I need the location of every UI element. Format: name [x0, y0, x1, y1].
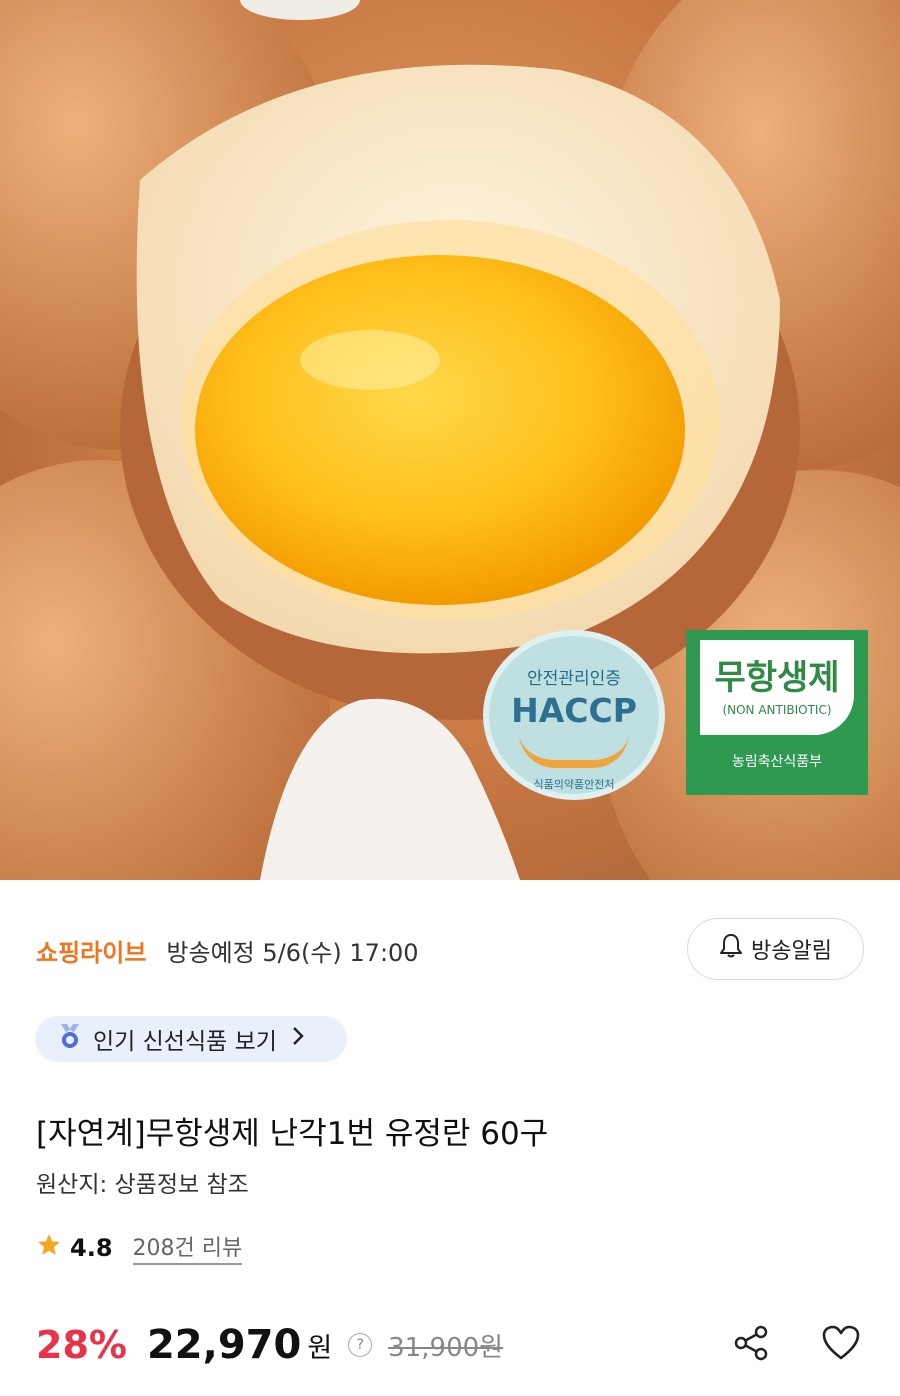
price-row: 28% 22,970 원 ? 31,900원 — [36, 1315, 503, 1375]
haccp-badge: 안전관리인증 HACCP 식품의약품안전처 — [483, 630, 665, 800]
share-button[interactable] — [728, 1322, 774, 1368]
currency-unit: 원 — [307, 1332, 333, 1364]
wishlist-button[interactable] — [818, 1322, 864, 1368]
haccp-badge-main: HACCP — [511, 691, 637, 730]
original-price: 31,900원 — [388, 1332, 504, 1363]
antibiotic-badge: 무항생제 (NON ANTIBIOTIC) 농림축산식품부 — [686, 630, 868, 795]
medal-icon — [57, 1022, 83, 1056]
antibiotic-badge-bottom: 농림축산식품부 — [731, 754, 823, 770]
broadcast-schedule: 방송예정 5/6(수) 17:00 — [166, 938, 419, 967]
product-title: [자연계]무항생제 난각1번 유정란 60구 — [36, 1116, 549, 1152]
review-count-link[interactable]: 208건 리뷰 — [132, 1230, 243, 1265]
price-help-icon[interactable]: ? — [348, 1333, 373, 1357]
share-icon — [731, 1323, 771, 1367]
rating-score: 4.8 — [70, 1233, 113, 1262]
chevron-right-icon — [291, 1025, 305, 1053]
haccp-smile-icon — [519, 732, 629, 768]
discount-rate: 28% — [36, 1323, 127, 1367]
broadcast-alarm-button[interactable]: 방송알림 — [687, 918, 864, 980]
popular-fresh-food-label: 인기 신선식품 보기 — [93, 1029, 277, 1055]
haccp-badge-bottom: 식품의약품안전처 — [533, 778, 615, 791]
broadcast-alarm-label: 방송알림 — [751, 939, 832, 964]
antibiotic-badge-sub: (NON ANTIBIOTIC) — [722, 703, 832, 717]
antibiotic-badge-main: 무항생제 — [714, 658, 840, 698]
rating-row: 4.8 208건 리뷰 — [36, 1230, 243, 1265]
star-icon — [36, 1232, 62, 1264]
popular-fresh-food-link[interactable]: 인기 신선식품 보기 — [35, 1016, 347, 1062]
live-brand-link[interactable]: 쇼핑라이브 — [36, 933, 146, 968]
live-info: 쇼핑라이브 방송예정 5/6(수) 17:00 — [36, 928, 419, 972]
sale-price: 22,970 — [146, 1322, 302, 1368]
product-image: 안전관리인증 HACCP 식품의약품안전처 무항생제 (NON ANTIBIOT… — [0, 0, 900, 880]
haccp-badge-top: 안전관리인증 — [527, 669, 621, 689]
product-origin: 원산지: 상품정보 참조 — [36, 1172, 249, 1198]
bell-icon — [719, 933, 743, 965]
heart-icon — [821, 1324, 861, 1366]
